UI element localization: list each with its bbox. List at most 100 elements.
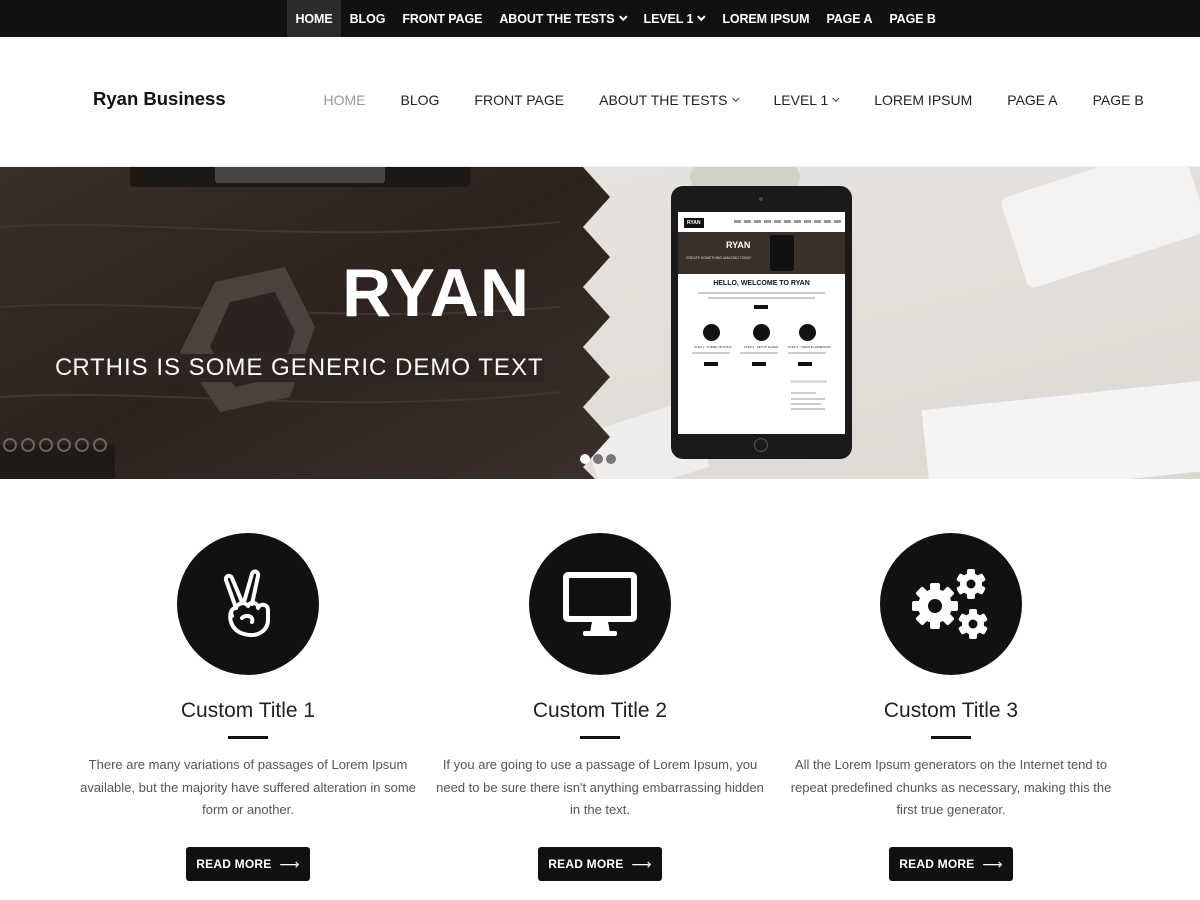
nav-label: BLOG bbox=[400, 92, 440, 108]
title-divider bbox=[580, 736, 620, 739]
hero-slider: RYAN CR THIS IS SOME GENERIC DEMO TEXT R… bbox=[0, 167, 1200, 479]
tablet-mockup: RYAN RYAN CREATE SOMETHING AMAZING TODAY… bbox=[671, 186, 852, 459]
hero-background-image bbox=[0, 167, 1200, 479]
slider-dot[interactable] bbox=[580, 454, 590, 464]
nav-item-blog[interactable]: BLOG bbox=[383, 92, 457, 108]
tablet-screen: RYAN RYAN CREATE SOMETHING AMAZING TODAY… bbox=[678, 212, 845, 434]
tablet-text-line bbox=[692, 352, 730, 354]
feature-description: All the Lorem Ipsum generators on the In… bbox=[790, 757, 1112, 817]
top-menu: HOME BLOG FRONT PAGE ABOUT THE TESTS LEV… bbox=[287, 0, 944, 37]
nav-item-page-b[interactable]: PAGE B bbox=[1075, 92, 1161, 108]
top-menu-item-blog[interactable]: BLOG bbox=[341, 0, 394, 37]
nav-label: PAGE B bbox=[1092, 92, 1144, 108]
nav-item-home[interactable]: HOME bbox=[306, 92, 383, 108]
top-menu-item-lorem-ipsum[interactable]: LOREM IPSUM bbox=[714, 0, 818, 37]
tablet-step-icon bbox=[753, 324, 770, 341]
hero-title: RYAN bbox=[342, 255, 530, 331]
read-more-button[interactable]: READ MORE ⟶ bbox=[889, 847, 1013, 881]
chevron-down-icon bbox=[697, 12, 706, 21]
camera-dot bbox=[759, 197, 763, 201]
feature-title: Custom Title 3 bbox=[883, 699, 1019, 722]
feature-title: Custom Title 2 bbox=[532, 699, 668, 722]
home-button bbox=[754, 438, 768, 452]
top-menu-label: LEVEL 1 bbox=[643, 11, 694, 26]
tablet-text-line bbox=[791, 403, 821, 405]
tablet-button bbox=[752, 362, 766, 366]
feature-icon-circle bbox=[177, 533, 319, 675]
tablet-button bbox=[798, 362, 812, 366]
tablet-button bbox=[704, 362, 718, 366]
tablet-hero: RYAN CREATE SOMETHING AMAZING TODAY bbox=[678, 232, 845, 274]
feature-title: Custom Title 1 bbox=[180, 699, 316, 722]
chevron-down-icon bbox=[731, 94, 739, 102]
tablet-text-line bbox=[791, 398, 825, 400]
button-label: READ MORE bbox=[899, 857, 975, 871]
peace-hand-icon bbox=[223, 569, 270, 637]
tablet-text-line bbox=[708, 297, 815, 299]
top-menu-label: HOME bbox=[295, 11, 333, 26]
tablet-search-box bbox=[791, 380, 827, 383]
tablet-text-line bbox=[791, 392, 816, 394]
nav-label: HOME bbox=[323, 92, 366, 108]
feature-icon-circle bbox=[880, 533, 1022, 675]
nav-item-level-1[interactable]: LEVEL 1 bbox=[756, 92, 857, 108]
nav-item-lorem-ipsum[interactable]: LOREM IPSUM bbox=[857, 92, 990, 108]
top-menu-label: BLOG bbox=[349, 11, 386, 26]
title-divider bbox=[228, 736, 268, 739]
tablet-text-line bbox=[791, 408, 825, 410]
top-menu-item-level-1[interactable]: LEVEL 1 bbox=[635, 0, 714, 37]
title-divider bbox=[931, 736, 971, 739]
tablet-button bbox=[754, 305, 768, 309]
tablet-step-label: STEP 2 : SETUP SLIDER bbox=[744, 345, 779, 349]
read-more-button[interactable]: READ MORE ⟶ bbox=[186, 847, 310, 881]
tablet-text-line bbox=[698, 292, 825, 294]
top-menu-label: LOREM IPSUM bbox=[722, 11, 810, 26]
monitor-icon bbox=[563, 572, 637, 636]
button-label: READ MORE bbox=[196, 857, 272, 871]
tablet-step-icon bbox=[703, 324, 720, 341]
tablet-text-line bbox=[740, 352, 778, 354]
tablet-heading: HELLO, WELCOME TO RYAN bbox=[713, 280, 810, 287]
slider-dot[interactable] bbox=[593, 454, 603, 464]
top-menu-item-front-page[interactable]: FRONT PAGE bbox=[394, 0, 491, 37]
tablet-step-label: STEP 1 : THEME OPTIONS bbox=[694, 345, 732, 349]
tablet-nav bbox=[734, 220, 842, 223]
site-title[interactable]: Ryan Business bbox=[93, 88, 226, 110]
tablet-text-line bbox=[788, 352, 826, 354]
nav-label: FRONT PAGE bbox=[474, 92, 565, 108]
chevron-down-icon bbox=[618, 12, 628, 21]
hero-subtitle: THIS IS SOME GENERIC DEMO TEXT bbox=[90, 354, 544, 382]
nav-item-about-the-tests[interactable]: ABOUT THE TESTS bbox=[582, 92, 756, 108]
arrow-right-icon: ⟶ bbox=[279, 855, 300, 872]
feature-icon-circle bbox=[529, 533, 671, 675]
slider-dot[interactable] bbox=[606, 454, 616, 464]
arrow-right-icon: ⟶ bbox=[631, 855, 652, 872]
feature-description: There are many variations of passages of… bbox=[80, 757, 416, 817]
top-menu-item-page-a[interactable]: PAGE A bbox=[818, 0, 881, 37]
top-menu-label: PAGE A bbox=[826, 11, 873, 26]
nav-item-page-a[interactable]: PAGE A bbox=[990, 92, 1075, 108]
tablet-hero-title: RYAN bbox=[726, 240, 751, 250]
chevron-down-icon bbox=[832, 94, 840, 102]
top-menu-item-about-the-tests[interactable]: ABOUT THE TESTS bbox=[491, 0, 635, 37]
main-nav: HOME BLOG FRONT PAGE ABOUT THE TESTS LEV… bbox=[306, 92, 1161, 108]
feature-description: If you are going to use a passage of Lor… bbox=[436, 757, 764, 817]
top-menu-label: FRONT PAGE bbox=[402, 11, 483, 26]
read-more-button[interactable]: READ MORE ⟶ bbox=[538, 847, 662, 881]
gears-icon bbox=[912, 569, 988, 639]
button-label: READ MORE bbox=[548, 857, 624, 871]
tablet-hero-subtitle: CREATE SOMETHING AMAZING TODAY bbox=[686, 256, 752, 260]
nav-label: LOREM IPSUM bbox=[874, 92, 973, 108]
top-menu-item-home[interactable]: HOME bbox=[287, 0, 342, 37]
top-menu-label: ABOUT THE TESTS bbox=[499, 11, 615, 26]
top-menu-item-page-b[interactable]: PAGE B bbox=[881, 0, 944, 37]
tablet-step-icon bbox=[799, 324, 816, 341]
tablet-step-label: STEP 3 : CREATE HOMEPAGE bbox=[788, 345, 831, 349]
nav-item-front-page[interactable]: FRONT PAGE bbox=[457, 92, 582, 108]
site-header: Ryan Business HOME BLOG FRONT PAGE ABOUT… bbox=[0, 37, 1200, 167]
arrow-right-icon: ⟶ bbox=[982, 855, 1003, 872]
tablet-hero-device bbox=[770, 235, 794, 271]
slider-pagination bbox=[580, 454, 616, 464]
nav-label: PAGE A bbox=[1007, 92, 1058, 108]
tablet-logo: RYAN bbox=[684, 218, 704, 228]
